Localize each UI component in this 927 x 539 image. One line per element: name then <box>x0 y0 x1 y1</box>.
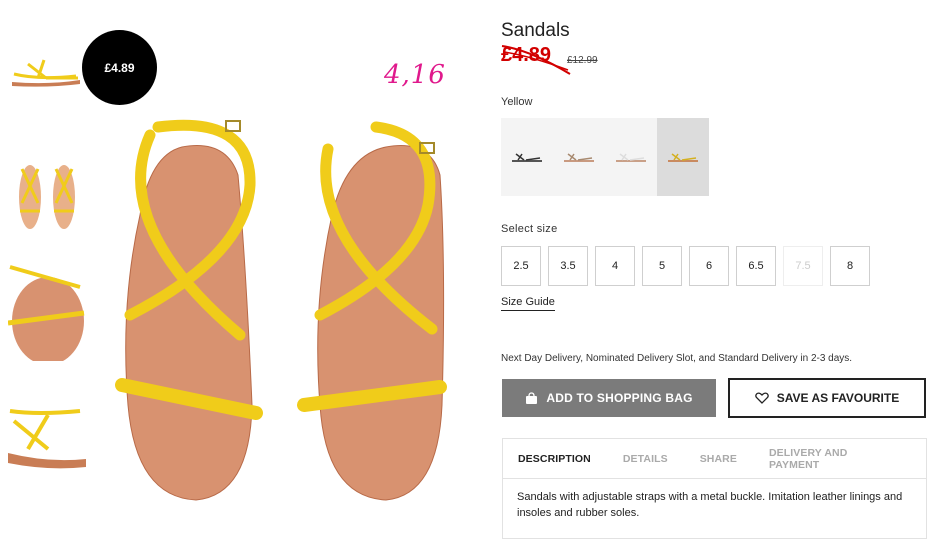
old-price: £12.99 <box>567 55 598 66</box>
save-favourite-button[interactable]: SAVE AS FAVOURITE <box>728 378 926 418</box>
sandal-side-image <box>12 59 80 87</box>
heart-icon <box>754 392 769 404</box>
size-option[interactable]: 6.5 <box>736 246 776 286</box>
size-options: 2.5 3.5 4 5 6 6.5 7.5 8 <box>501 246 877 286</box>
tab-delivery-payment[interactable]: DELIVERY AND PAYMENT <box>769 447 894 471</box>
tab-share[interactable]: SHARE <box>700 453 737 465</box>
tab-details[interactable]: DETAILS <box>623 453 668 465</box>
color-label: Yellow <box>501 96 533 108</box>
sandal-beige-icon <box>564 153 594 162</box>
tab-description[interactable]: DESCRIPTION <box>518 453 591 465</box>
sandal-heel-image <box>8 409 86 469</box>
size-option[interactable]: 2.5 <box>501 246 541 286</box>
thumbnail-3[interactable] <box>8 261 86 361</box>
sandal-pair-image <box>19 165 75 229</box>
handwritten-price-annotation: 4,16 <box>384 60 446 90</box>
sale-price: £4.89 <box>501 44 552 66</box>
shopping-bag-icon <box>526 391 538 404</box>
main-product-image <box>115 119 447 501</box>
price-badge: £4.89 <box>82 30 157 105</box>
size-option-unavailable: 7.5 <box>783 246 823 286</box>
swatch-white[interactable] <box>605 118 657 196</box>
color-swatches <box>501 118 709 196</box>
delivery-note: Next Day Delivery, Nominated Delivery Sl… <box>501 353 853 364</box>
sandal-black-icon <box>512 153 542 162</box>
description-text: Sandals with adjustable straps with a me… <box>517 491 903 519</box>
sandal-detail-image <box>8 261 86 361</box>
swatch-yellow[interactable] <box>657 118 709 196</box>
product-title: Sandals <box>501 20 570 41</box>
size-option[interactable]: 8 <box>830 246 870 286</box>
sandal-white-icon <box>616 153 646 162</box>
select-size-label: Select size <box>501 223 558 235</box>
product-info-tabs: DESCRIPTION DETAILS SHARE DELIVERY AND P… <box>502 438 927 539</box>
save-favourite-label: SAVE AS FAVOURITE <box>776 391 900 405</box>
size-guide-link[interactable]: Size Guide <box>501 296 555 311</box>
add-to-bag-label: ADD TO SHOPPING BAG <box>546 391 693 405</box>
size-option[interactable]: 4 <box>595 246 635 286</box>
sandal-yellow-icon <box>668 153 698 162</box>
swatch-beige[interactable] <box>553 118 605 196</box>
size-option[interactable]: 5 <box>642 246 682 286</box>
thumbnail-2[interactable] <box>8 155 86 235</box>
swatch-black[interactable] <box>501 118 553 196</box>
add-to-bag-button[interactable]: ADD TO SHOPPING BAG <box>502 379 716 417</box>
thumbnail-4[interactable] <box>8 401 86 471</box>
thumbnail-1[interactable] <box>8 48 86 90</box>
size-option[interactable]: 3.5 <box>548 246 588 286</box>
size-option[interactable]: 6 <box>689 246 729 286</box>
